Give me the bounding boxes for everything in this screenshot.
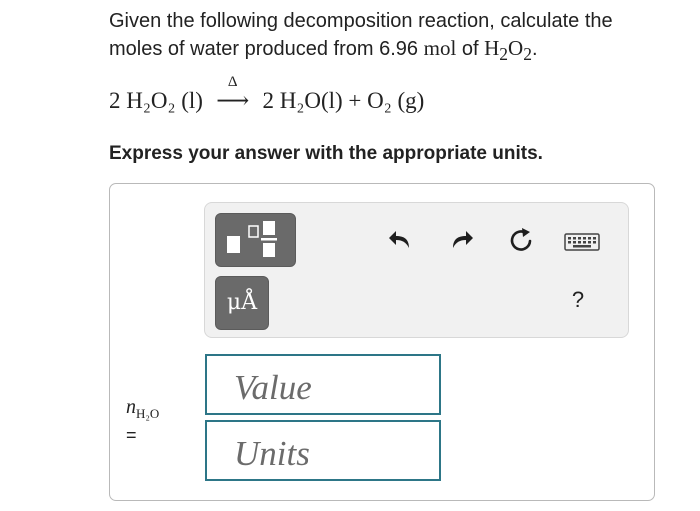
unit-mol: mol bbox=[423, 36, 457, 60]
help-icon[interactable]: ? bbox=[566, 287, 590, 313]
redo-icon[interactable] bbox=[448, 225, 476, 253]
answer-instruction: Express your answer with the appropriate… bbox=[109, 143, 543, 164]
reaction-equation: 2 H₂O₂ (l) Δ ⟶ 2 H₂O(l) + O₂ (g) bbox=[109, 74, 425, 114]
units-button-label: μÅ bbox=[226, 290, 258, 315]
question-period: . bbox=[531, 38, 538, 60]
value-placeholder: Value bbox=[234, 368, 312, 407]
templates-icon bbox=[227, 221, 277, 257]
answer-variable-subscript: H₂O bbox=[136, 406, 160, 421]
value-input[interactable]: Value bbox=[205, 354, 441, 415]
units-placeholder: Units bbox=[234, 434, 310, 473]
reaction-arrow: Δ ⟶ bbox=[213, 74, 253, 114]
equation-reactant: 2 H₂O₂ (l) bbox=[109, 88, 203, 113]
answer-variable-label: nH₂O bbox=[126, 396, 160, 421]
question-text: Given the following decomposition reacti… bbox=[109, 8, 669, 68]
peroxide-formula: H2O2 bbox=[484, 36, 532, 65]
question-line-1: Given the following decomposition reacti… bbox=[109, 10, 613, 32]
equals-sign: = bbox=[126, 425, 137, 445]
heat-delta-symbol: Δ bbox=[227, 74, 238, 90]
units-input[interactable]: Units bbox=[205, 420, 441, 481]
equation-products: 2 H₂O(l) + O₂ (g) bbox=[262, 88, 425, 113]
keyboard-icon[interactable] bbox=[564, 231, 600, 253]
question-line-2: moles of water produced from 6.96 mol of… bbox=[109, 35, 669, 68]
reset-icon[interactable] bbox=[507, 225, 535, 253]
undo-icon[interactable] bbox=[386, 225, 414, 253]
templates-button[interactable] bbox=[215, 213, 296, 267]
question-of-text: of bbox=[461, 38, 479, 60]
units-button[interactable]: μÅ bbox=[215, 276, 269, 330]
arrow-icon: ⟶ bbox=[216, 88, 250, 113]
question-amount-text: moles of water produced from 6.96 bbox=[109, 38, 419, 60]
